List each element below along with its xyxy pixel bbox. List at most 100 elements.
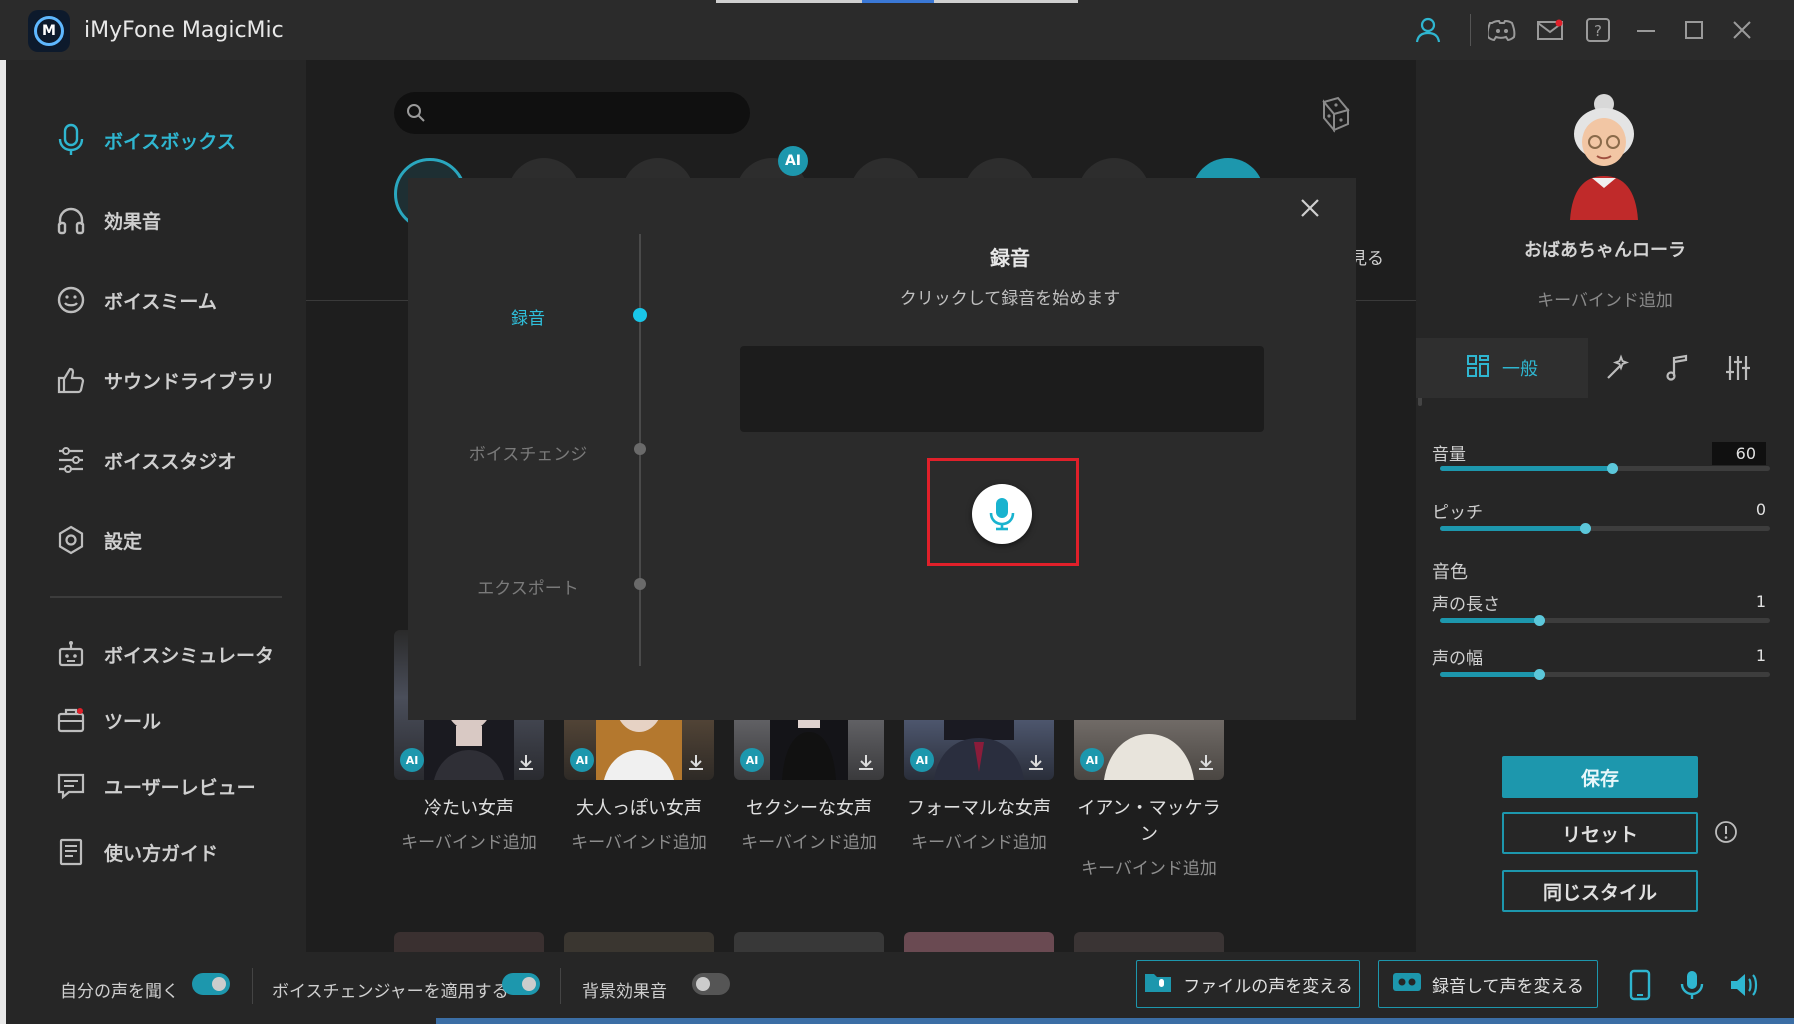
smiley-icon [52, 281, 90, 319]
volume-value[interactable]: 60 [1712, 442, 1766, 465]
ai-badge: AI [400, 748, 424, 772]
record-dialog: 録音 ボイスチェンジ エクスポート 録音 クリックして録音を始めます [408, 178, 1356, 720]
step-export-label: エクスポート [477, 579, 579, 599]
tab-general[interactable]: 一般 [1416, 338, 1588, 398]
sidebar-item-guide[interactable]: 使い方ガイド [52, 830, 218, 874]
sidebar-item-label: ボイスシミュレータ [104, 644, 275, 667]
info-icon[interactable] [1714, 820, 1738, 844]
minimize-icon[interactable] [1630, 14, 1662, 46]
bottom-separator [252, 968, 253, 1004]
mail-icon[interactable] [1534, 14, 1566, 46]
download-icon[interactable] [1196, 752, 1216, 772]
dialog-subtitle: クリックして録音を始めます [899, 289, 1121, 309]
apply-changer-label: ボイスチェンジャーを適用する [272, 982, 509, 1002]
speaker-icon[interactable] [1728, 968, 1760, 1002]
sidebar-item-sound-library[interactable]: サウンドライブラリ [52, 358, 275, 402]
record-button[interactable] [972, 484, 1032, 544]
sidebar-item-tools[interactable]: ツール [52, 698, 161, 742]
pitch-slider[interactable] [1440, 523, 1770, 534]
sidebar: ボイスボックス 効果音 ボイスミーム サウンドライブラリ ボイススタジオ 設定 … [6, 60, 306, 952]
equalizer-icon[interactable] [1708, 338, 1768, 398]
folder-mic-icon [1143, 970, 1173, 999]
discord-icon[interactable] [1486, 14, 1518, 46]
ai-badge: AI [778, 146, 808, 176]
download-icon[interactable] [516, 752, 536, 772]
voice-title: おばあちゃんローラ [1524, 240, 1686, 261]
window-top-marks [716, 0, 1078, 3]
bg-effect-label: 背景効果音 [582, 982, 667, 1002]
maximize-icon[interactable] [1678, 14, 1710, 46]
random-dice-icon[interactable] [1312, 90, 1358, 136]
length-value: 1 [1755, 592, 1766, 611]
magic-wand-icon[interactable] [1588, 338, 1648, 398]
voice-name: 冷たい女声 [424, 798, 514, 819]
keybind-link[interactable]: キーバインド追加 [1074, 854, 1224, 879]
music-note-icon[interactable] [1648, 338, 1708, 398]
record-voice-button[interactable]: 録音して声を変える [1378, 960, 1598, 1008]
svg-text:?: ? [1594, 22, 1602, 40]
sidebar-item-label: ツール [104, 710, 162, 733]
sidebar-item-settings[interactable]: 設定 [52, 518, 142, 562]
voice-name: セクシーな女声 [746, 798, 872, 819]
download-icon[interactable] [686, 752, 706, 772]
voice-name: イアン・マッケラン [1077, 798, 1221, 845]
volume-slider[interactable] [1440, 463, 1770, 474]
reset-button[interactable]: リセット [1502, 812, 1698, 854]
sidebar-item-sound-effects[interactable]: 効果音 [52, 198, 161, 242]
voice-card-partial[interactable] [904, 932, 1054, 952]
title-bar: M iMyFone MagicMic ? [0, 0, 1794, 60]
close-icon[interactable] [1292, 190, 1328, 226]
save-button[interactable]: 保存 [1502, 756, 1698, 798]
record-voice-label: 録音して声を変える [1432, 976, 1584, 997]
voice-card-partial[interactable] [734, 932, 884, 952]
search-input[interactable] [394, 92, 750, 134]
headphones-icon [52, 201, 90, 239]
timbre-heading: 音色 [1432, 562, 1468, 583]
voice-card-partial[interactable] [1074, 932, 1224, 952]
sidebar-item-voice-studio[interactable]: ボイススタジオ [52, 438, 236, 482]
microphone-icon [52, 121, 90, 159]
keybind-link[interactable]: キーバインド追加 [564, 828, 714, 853]
taskbar-edge [436, 1018, 1794, 1024]
waveform-area [740, 346, 1264, 432]
width-value: 1 [1755, 646, 1766, 665]
keybind-link[interactable]: キーバインド追加 [734, 828, 884, 853]
ai-badge: AI [570, 748, 594, 772]
step-voice-change-dot [634, 443, 646, 455]
sidebar-item-voice-meme[interactable]: ボイスミーム [52, 278, 217, 322]
length-slider[interactable] [1440, 615, 1770, 626]
voice-card-partial[interactable] [564, 932, 714, 952]
sidebar-item-voice-simulator[interactable]: ボイスシミュレータ [52, 632, 274, 676]
robot-icon [52, 635, 90, 673]
keybind-link[interactable]: キーバインド追加 [394, 828, 544, 853]
file-voice-button[interactable]: ファイルの声を変える [1136, 960, 1360, 1008]
sliders-icon [52, 441, 90, 479]
same-style-button[interactable]: 同じスタイル [1502, 870, 1698, 912]
ai-badge: AI [1080, 748, 1104, 772]
bg-effect-toggle[interactable] [692, 973, 730, 995]
thumbs-up-icon [52, 361, 90, 399]
toolbox-icon [52, 701, 90, 739]
step-record-dot [633, 308, 647, 322]
download-icon[interactable] [856, 752, 876, 772]
sidebar-item-label: 効果音 [104, 210, 162, 233]
sidebar-item-label: ユーザーレビュー [104, 776, 256, 799]
phone-icon[interactable] [1624, 968, 1656, 1002]
user-icon[interactable] [1412, 14, 1444, 46]
keybind-link[interactable]: キーバインド追加 [1416, 286, 1794, 311]
voice-card-partial[interactable] [394, 932, 544, 952]
apply-changer-toggle[interactable] [502, 973, 540, 995]
keybind-link[interactable]: キーバインド追加 [904, 828, 1054, 853]
sidebar-item-voicebox[interactable]: ボイスボックス [52, 118, 236, 162]
download-icon[interactable] [1026, 752, 1046, 772]
hear-self-toggle[interactable] [192, 973, 230, 995]
dialog-title: 録音 [990, 246, 1030, 270]
close-icon[interactable] [1726, 14, 1758, 46]
file-voice-label: ファイルの声を変える [1183, 976, 1353, 997]
help-icon[interactable]: ? [1582, 14, 1614, 46]
microphone-icon[interactable] [1676, 968, 1708, 1002]
width-label: 声の幅 [1432, 649, 1483, 669]
bottom-bar: 自分の声を聞く ボイスチェンジャーを適用する 背景効果音 ファイルの声を変える … [6, 952, 1794, 1024]
sidebar-item-user-review[interactable]: ユーザーレビュー [52, 764, 256, 808]
width-slider[interactable] [1440, 669, 1770, 680]
